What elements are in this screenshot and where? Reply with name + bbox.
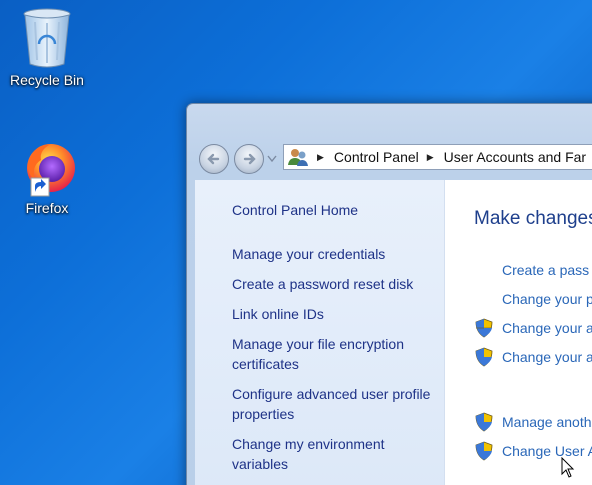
mouse-cursor-icon <box>561 457 575 478</box>
sidebar-link-advanced-profile[interactable]: Configure advanced user profile properti… <box>232 384 432 424</box>
user-accounts-icon <box>288 149 308 166</box>
task-label: Change your p <box>502 291 592 307</box>
recent-pages-dropdown-icon[interactable] <box>267 155 277 163</box>
sidebar-link-manage-credentials[interactable]: Manage your credentials <box>232 244 432 264</box>
breadcrumb-separator-icon[interactable]: ▶ <box>317 152 324 163</box>
forward-button[interactable] <box>234 144 264 174</box>
task-label: Change your a <box>502 349 592 365</box>
forward-arrow-icon <box>243 153 256 165</box>
sidebar-link-environment-variables[interactable]: Change my environment variables <box>232 434 432 474</box>
main-content: Make changes Create a pass Change your p… <box>445 180 592 485</box>
task-link-manage-another-account[interactable]: Manage anoth <box>474 412 592 432</box>
recycle-bin-shortcut[interactable]: Recycle Bin <box>2 6 92 88</box>
firefox-icon <box>27 144 75 197</box>
recycle-bin-icon <box>23 8 71 68</box>
task-label: Change your a <box>502 320 592 336</box>
breadcrumb-control-panel[interactable]: Control Panel <box>334 149 419 165</box>
firefox-label: Firefox <box>25 200 69 216</box>
recycle-bin-label: Recycle Bin <box>10 72 84 88</box>
uac-shield-icon <box>475 412 493 432</box>
uac-shield-icon <box>475 441 493 461</box>
task-link-change-account-name[interactable]: Change your a <box>474 318 592 338</box>
address-bar[interactable]: ▶ Control Panel ▶ User Accounts and Far <box>283 144 592 170</box>
task-sidebar: Control Panel Home Manage your credentia… <box>195 180 445 485</box>
task-link-change-picture[interactable]: Change your p <box>502 289 592 309</box>
back-button[interactable] <box>199 144 229 174</box>
breadcrumb-user-accounts[interactable]: User Accounts and Far <box>444 149 586 165</box>
sidebar-link-control-panel-home[interactable]: Control Panel Home <box>232 200 432 220</box>
sidebar-link-file-encryption[interactable]: Manage your file encryption certificates <box>232 334 432 374</box>
sidebar-link-password-reset-disk[interactable]: Create a password reset disk <box>232 274 432 294</box>
task-link-change-account-type[interactable]: Change your a <box>474 347 592 367</box>
task-label: Change User A <box>502 443 592 459</box>
task-link-create-password[interactable]: Create a pass <box>502 260 589 280</box>
uac-shield-icon <box>475 347 493 367</box>
breadcrumb-separator-icon[interactable]: ▶ <box>427 152 434 163</box>
firefox-shortcut[interactable]: Firefox <box>2 140 92 216</box>
back-arrow-icon <box>207 153 220 165</box>
control-panel-window: ▶ Control Panel ▶ User Accounts and Far … <box>186 103 592 485</box>
task-label: Manage anoth <box>502 414 592 430</box>
task-label: Create a pass <box>502 262 590 278</box>
uac-shield-icon <box>475 318 493 338</box>
page-heading: Make changes <box>474 208 592 229</box>
navigation-bar: ▶ Control Panel ▶ User Accounts and Far <box>195 142 592 174</box>
sidebar-link-online-ids[interactable]: Link online IDs <box>232 304 432 324</box>
